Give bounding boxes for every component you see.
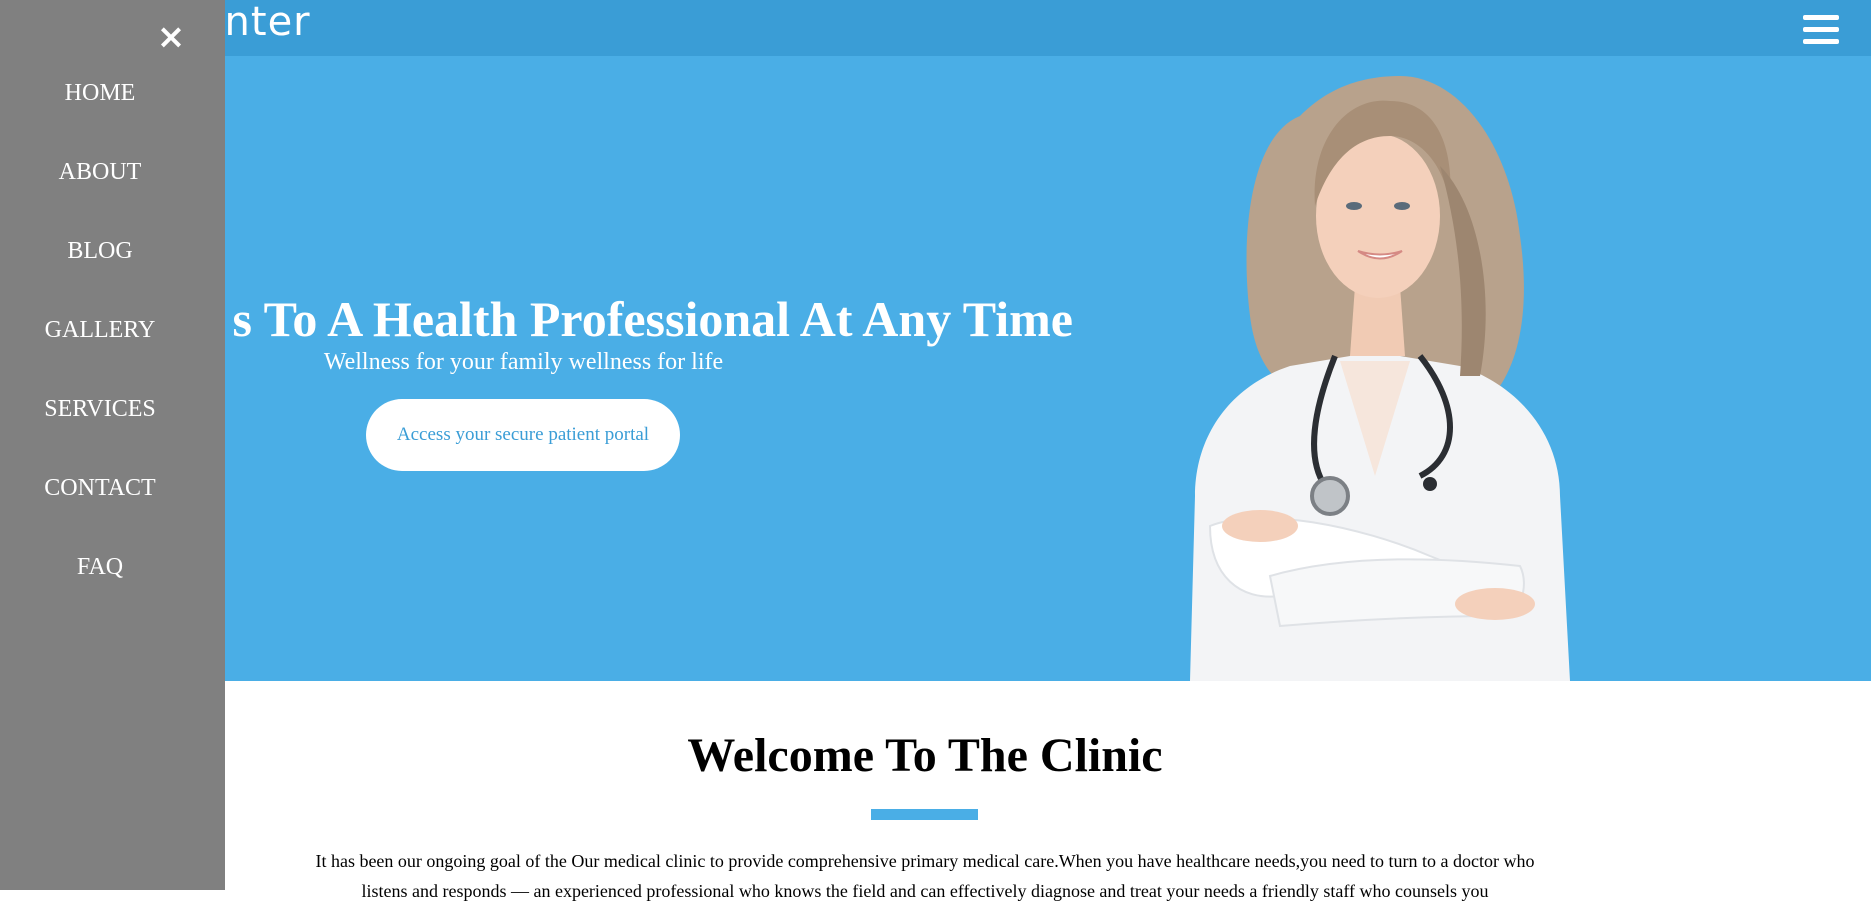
welcome-text: It has been our ongoing goal of the Our … <box>315 851 1535 901</box>
nav-item-faq[interactable]: FAQ <box>0 552 200 582</box>
nav-item-services[interactable]: SERVICES <box>0 394 200 424</box>
close-icon[interactable]: × <box>156 20 186 54</box>
top-bar: Center <box>0 0 1871 56</box>
nav-item-about[interactable]: ABOUT <box>0 157 200 187</box>
hero-subtitle: Wellness for your family wellness for li… <box>323 349 724 375</box>
nav-item-gallery[interactable]: GALLERY <box>0 315 200 345</box>
patient-portal-button[interactable]: Access your secure patient portal <box>366 399 680 471</box>
hero-title: s To A Health Professional At Any Time <box>232 291 1073 347</box>
nav-item-home[interactable]: HOME <box>0 78 200 108</box>
hamburger-menu-icon[interactable] <box>1803 15 1839 45</box>
welcome-title: Welcome To The Clinic <box>687 729 1163 782</box>
doctor-image <box>1190 76 1570 681</box>
side-navigation: × HOME ABOUT BLOG GALLERY SERVICES CONTA… <box>0 0 225 890</box>
title-divider <box>871 809 978 820</box>
hero-banner: s To A Health Professional At Any Time W… <box>0 56 1871 681</box>
nav-item-contact[interactable]: CONTACT <box>0 473 200 503</box>
nav-item-blog[interactable]: BLOG <box>0 236 200 266</box>
